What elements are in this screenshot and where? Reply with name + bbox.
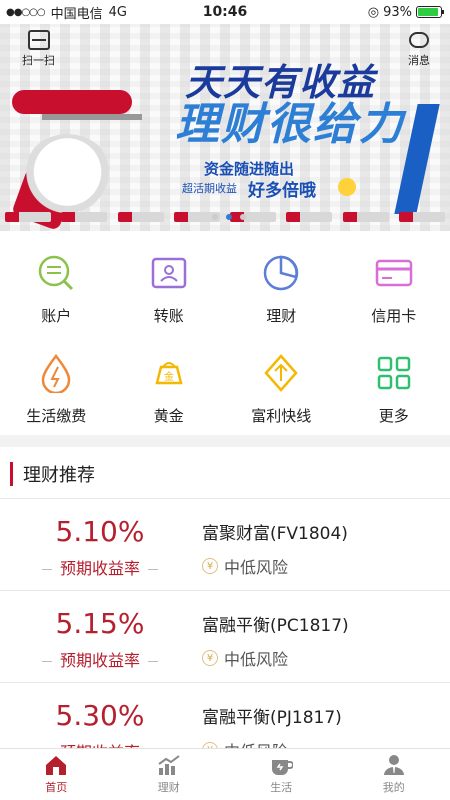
credit-card-icon: [374, 253, 414, 293]
fuli-express-logo: [12, 90, 142, 120]
menu-label: 生活缴费: [26, 407, 87, 425]
risk-label: 中低风险: [224, 650, 289, 669]
menu-item-credit-card[interactable]: 信用卡: [338, 235, 450, 335]
gold-icon: 金: [149, 353, 189, 393]
promo-banner[interactable]: 天天有收益 理财很给力 资金随进随出 超活期收益 好多倍哦: [0, 24, 450, 231]
menu-item-gold[interactable]: 金 黄金: [113, 335, 226, 435]
product-list: 5.10% 预期收益率 富聚财富(FV1804) ¥ 中低风险 5.15% 预期…: [0, 498, 450, 774]
home-icon: [44, 754, 68, 776]
menu-label: 黄金: [153, 407, 184, 425]
risk-coin-icon: ¥: [202, 558, 218, 574]
page-dot-active[interactable]: [226, 214, 232, 220]
menu-label: 富利快线: [251, 407, 312, 425]
orientation-lock-icon: ◎: [367, 4, 380, 20]
risk-level: ¥ 中低风险: [202, 554, 288, 578]
page-dot[interactable]: [240, 214, 246, 220]
product-row[interactable]: 5.15% 预期收益率 富融平衡(PC1817) ¥ 中低风险: [0, 590, 450, 682]
menu-item-transfer[interactable]: 转账: [113, 235, 226, 335]
product-row[interactable]: 5.10% 预期收益率 富聚财富(FV1804) ¥ 中低风险: [0, 498, 450, 590]
page-dot[interactable]: [212, 214, 218, 220]
risk-label: 中低风险: [224, 558, 289, 577]
tab-label: 理财: [157, 781, 180, 794]
battery-icon: [416, 6, 444, 18]
expected-rate-label: 预期收益率: [0, 555, 200, 579]
chart-icon: [157, 754, 181, 776]
banner-subline-3: 好多倍哦: [248, 181, 316, 201]
coffee-icon: [269, 754, 294, 776]
menu-label: 转账: [153, 307, 184, 325]
menu-item-finance[interactable]: 理财: [225, 235, 338, 335]
scan-icon: [27, 30, 50, 50]
messages-label: 消息: [408, 54, 430, 67]
messages-button[interactable]: 消息: [408, 30, 430, 68]
utility-bill-icon: [36, 353, 76, 393]
product-name: 富融平衡(PJ1817): [202, 708, 342, 728]
menu-item-account[interactable]: 账户: [0, 235, 113, 335]
quick-menu-grid: 账户 转账 理财 信用卡 生活缴费 金 黄金 富利快线 更多: [0, 235, 450, 435]
profile-icon: [382, 754, 406, 776]
menu-item-fuli-express[interactable]: 富利快线: [225, 335, 338, 435]
fuli-express-icon: [261, 353, 301, 393]
menu-label: 理财: [266, 307, 297, 325]
menu-item-more[interactable]: 更多: [338, 335, 450, 435]
svg-text:金: 金: [164, 370, 174, 383]
scan-label: 扫一扫: [22, 54, 55, 67]
expected-rate: 5.30%: [55, 699, 145, 732]
tab-profile[interactable]: 我的: [338, 749, 450, 800]
more-grid-icon: [374, 353, 414, 393]
product-name: 富融平衡(PC1817): [202, 616, 349, 636]
product-name: 富聚财富(FV1804): [202, 524, 348, 544]
battery-percent: 93%: [383, 4, 412, 20]
banner-headline-bottom: 理财很给力: [175, 99, 405, 150]
transfer-icon: [149, 253, 189, 293]
risk-level: ¥ 中低风险: [202, 646, 288, 670]
status-bar: ●●○○○ 中国电信 4G 10:46 ◎ 93%: [0, 0, 450, 24]
scan-button[interactable]: 扫一扫: [22, 30, 55, 68]
section-title: 理财推荐: [23, 465, 95, 486]
tab-label: 首页: [45, 781, 68, 794]
section-header: 理财推荐: [10, 458, 95, 490]
menu-label: 更多: [378, 407, 409, 425]
tab-home[interactable]: 首页: [0, 749, 113, 800]
tab-label: 生活: [270, 781, 293, 794]
tab-life[interactable]: 生活: [225, 749, 338, 800]
finance-pie-icon: [261, 253, 301, 293]
menu-label: 账户: [41, 307, 72, 325]
expected-rate-label: 预期收益率: [0, 647, 200, 671]
menu-item-utility-bills[interactable]: 生活缴费: [0, 335, 113, 435]
banner-pagination: [212, 214, 246, 220]
message-icon: [409, 32, 429, 48]
expected-rate: 5.10%: [55, 515, 145, 548]
section-divider: [0, 435, 450, 447]
smile-emoji-icon: [338, 178, 356, 196]
expected-rate: 5.15%: [55, 607, 145, 640]
risk-coin-icon: ¥: [202, 650, 218, 666]
account-icon: [36, 253, 76, 293]
tab-finance[interactable]: 理财: [113, 749, 226, 800]
menu-label: 信用卡: [371, 307, 417, 325]
tab-label: 我的: [382, 781, 405, 794]
bottom-tab-bar: 首页 理财 生活 我的: [0, 748, 450, 800]
banner-subline-2: 超活期收益: [182, 182, 237, 195]
section-accent-bar: [10, 462, 13, 486]
